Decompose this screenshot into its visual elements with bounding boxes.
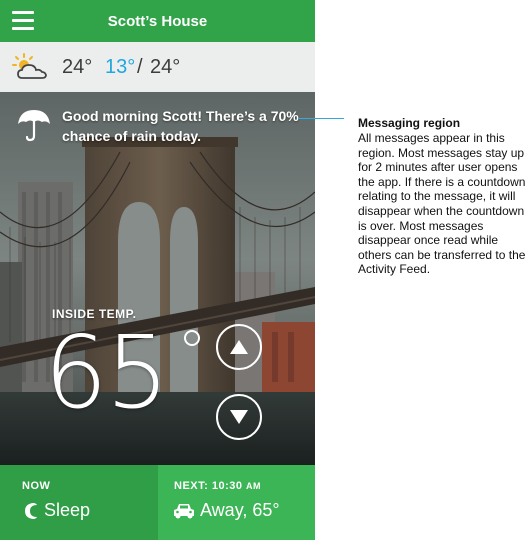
now-mode: Sleep	[44, 500, 91, 520]
callout-line	[298, 118, 344, 119]
schedule-bar: NOW Sleep NEXT: 10:30 AM Away, 65°	[0, 465, 315, 540]
arrow-down-icon	[230, 410, 248, 424]
messaging-region: Good morning Scott! There’s a 70% chance…	[0, 92, 315, 465]
annotation-title: Messaging region	[358, 116, 461, 130]
inside-temp-value: 65	[44, 314, 169, 431]
now-label: NOW	[22, 480, 51, 492]
car-icon	[174, 504, 194, 519]
top-bar: Scott’s House	[0, 0, 315, 42]
weather-bar[interactable]: 24° 13° / 24°	[0, 42, 315, 92]
annotation-body: All messages appear in this region. Most…	[358, 131, 526, 277]
temp-up-button[interactable]	[216, 324, 262, 370]
degree-symbol	[184, 330, 200, 346]
next-label-suffix: AM	[246, 481, 262, 491]
moon-icon	[25, 503, 37, 519]
next-panel[interactable]: NEXT: 10:30 AM Away, 65°	[158, 465, 315, 540]
arrow-up-icon	[230, 340, 248, 354]
now-panel[interactable]: NOW Sleep	[0, 465, 158, 540]
next-label: NEXT: 10:30 AM	[174, 480, 262, 492]
message-text: Good morning Scott! There’s a 70% chance…	[62, 108, 299, 144]
partly-sunny-icon	[12, 53, 47, 79]
next-mode: Away, 65°	[200, 500, 280, 520]
page-title: Scott’s House	[107, 13, 208, 30]
umbrella-icon	[18, 110, 50, 142]
current-temp: 24°	[62, 56, 93, 78]
temp-separator: /	[137, 56, 143, 78]
temp-down-button[interactable]	[216, 394, 262, 440]
app-screen: Scott’s House 24° 13° / 24° Good morning…	[0, 0, 315, 540]
low-temp: 13°	[105, 56, 136, 78]
high-temp: 24°	[150, 56, 181, 78]
